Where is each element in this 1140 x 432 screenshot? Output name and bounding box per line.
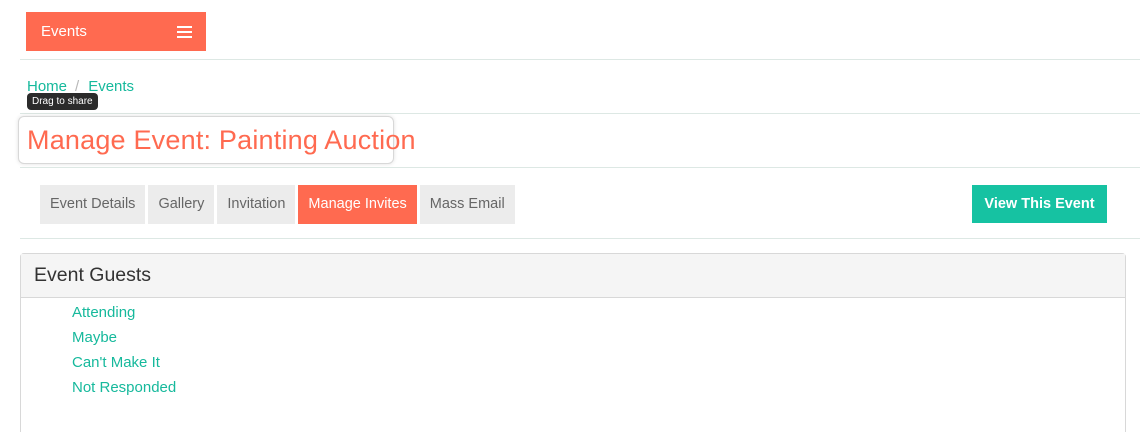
events-menu-button[interactable]: Events bbox=[26, 12, 206, 51]
page-title-draggable[interactable]: Manage Event: Painting Auction bbox=[18, 116, 416, 164]
tabs-divider bbox=[20, 238, 1140, 239]
event-tabs: Event Details Gallery Invitation Manage … bbox=[40, 185, 515, 224]
event-guests-panel: Event Guests Attending Maybe Can't Make … bbox=[20, 253, 1126, 432]
event-guests-panel-title: Event Guests bbox=[21, 254, 1125, 298]
guest-status-list: Attending Maybe Can't Make It Not Respon… bbox=[21, 298, 1125, 401]
tab-gallery[interactable]: Gallery bbox=[148, 185, 215, 224]
tab-manage-invites[interactable]: Manage Invites bbox=[298, 185, 417, 224]
list-item: Attending bbox=[72, 301, 1125, 326]
list-item: Can't Make It bbox=[72, 351, 1125, 376]
title-divider bbox=[20, 167, 1140, 168]
drag-to-share-tooltip: Drag to share bbox=[27, 93, 98, 110]
page: Events Home / Events Drag to share Manag… bbox=[0, 0, 1140, 432]
cant-make-it-link[interactable]: Can't Make It bbox=[72, 354, 160, 371]
breadcrumb-divider bbox=[20, 113, 1140, 114]
view-this-event-button[interactable]: View This Event bbox=[972, 185, 1107, 223]
maybe-link[interactable]: Maybe bbox=[72, 329, 117, 346]
page-title: Manage Event: Painting Auction bbox=[27, 124, 416, 155]
events-menu-label: Events bbox=[41, 23, 87, 40]
not-responded-link[interactable]: Not Responded bbox=[72, 379, 176, 396]
attending-link[interactable]: Attending bbox=[72, 304, 135, 321]
tab-event-details[interactable]: Event Details bbox=[40, 185, 146, 224]
tab-mass-email[interactable]: Mass Email bbox=[419, 185, 515, 224]
tab-invitation[interactable]: Invitation bbox=[217, 185, 296, 224]
list-item: Maybe bbox=[72, 326, 1125, 351]
hamburger-menu-icon bbox=[177, 25, 192, 38]
header-divider bbox=[20, 59, 1140, 60]
list-item: Not Responded bbox=[72, 376, 1125, 401]
